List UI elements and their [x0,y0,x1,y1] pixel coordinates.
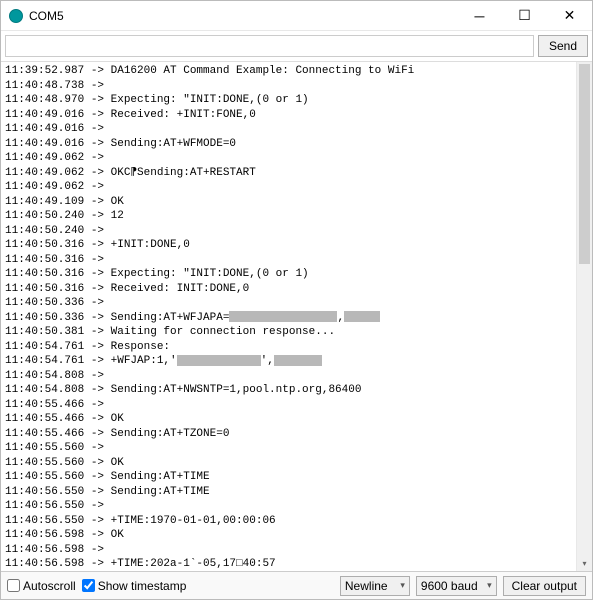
scroll-down-icon[interactable]: ▾ [577,555,592,571]
log-line: 11:40:48.738 -> [5,79,588,94]
autoscroll-input[interactable] [7,579,20,592]
window-title: COM5 [29,9,457,23]
log-line: 11:40:56.550 -> Sending:AT+TIME [5,485,588,500]
log-line: 11:40:50.316 -> [5,253,588,268]
log-line: 11:40:54.808 -> Sending:AT+NWSNTP=1,pool… [5,383,588,398]
log-line: 11:40:55.466 -> OK [5,412,588,427]
autoscroll-label: Autoscroll [23,579,76,593]
log-line: 11:40:55.560 -> [5,441,588,456]
titlebar[interactable]: COM5 ─ ☐ ✕ [1,1,592,31]
log-line: 11:40:49.062 -> [5,151,588,166]
log-line: 11:40:50.316 -> Received: INIT:DONE,0 [5,282,588,297]
app-icon [9,9,23,23]
log-line: 11:40:50.336 -> Sending:AT+WFJAPA= , [5,311,588,326]
send-button[interactable]: Send [538,35,588,57]
log-line: 11:40:56.598 -> OK [5,528,588,543]
log-line: 11:40:56.550 -> +TIME:1970-01-01,00:00:0… [5,514,588,529]
log-line: 11:39:52.987 -> DA16200 AT Command Examp… [5,64,588,79]
log-line: 11:40:55.560 -> Sending:AT+TIME [5,470,588,485]
log-line: 11:40:56.550 -> [5,499,588,514]
log-line: 11:40:49.016 -> [5,122,588,137]
serial-monitor-window: COM5 ─ ☐ ✕ Send 11:39:52.987 -> DA16200 … [0,0,593,600]
log-line: 11:40:50.381 -> Waiting for connection r… [5,325,588,340]
maximize-button[interactable]: ☐ [502,1,547,30]
log-line: 11:40:50.316 -> +INIT:DONE,0 [5,238,588,253]
scroll-thumb[interactable] [579,64,590,264]
log-line: 11:40:55.560 -> OK [5,456,588,471]
log-line: 11:40:48.970 -> Expecting: "INIT:DONE,(0… [5,93,588,108]
line-ending-select[interactable]: Newline [340,576,410,596]
log-line: 11:40:50.316 -> Expecting: "INIT:DONE,(0… [5,267,588,282]
footer: Autoscroll Show timestamp Newline 9600 b… [1,571,592,599]
log-line: 11:40:54.808 -> [5,369,588,384]
autoscroll-checkbox[interactable]: Autoscroll [7,579,76,593]
log-line: 11:40:50.336 -> [5,296,588,311]
log-line: 11:40:54.761 -> +WFJAP:1,' ', [5,354,588,369]
close-button[interactable]: ✕ [547,1,592,30]
log-line: 11:40:56.598 -> +TIME:202a-1`-05,17□40:5… [5,557,588,571]
baud-select[interactable]: 9600 baud [416,576,497,596]
log-line: 11:40:49.062 -> OKC⁋Sending:AT+RESTART [5,166,588,181]
log-line: 11:40:49.016 -> Received: +INIT:FONE,0 [5,108,588,123]
timestamp-label: Show timestamp [98,579,187,593]
terminal-wrap: 11:39:52.987 -> DA16200 AT Command Examp… [1,62,592,571]
log-line: 11:40:49.062 -> [5,180,588,195]
log-line: 11:40:56.598 -> [5,543,588,558]
input-row: Send [1,31,592,62]
timestamp-checkbox[interactable]: Show timestamp [82,579,187,593]
log-line: 11:40:50.240 -> [5,224,588,239]
log-line: 11:40:55.466 -> [5,398,588,413]
log-line: 11:40:49.016 -> Sending:AT+WFMODE=0 [5,137,588,152]
log-line: 11:40:50.240 -> 12 [5,209,588,224]
command-input[interactable] [5,35,534,57]
timestamp-input[interactable] [82,579,95,592]
log-line: 11:40:49.109 -> OK [5,195,588,210]
log-line: 11:40:55.466 -> Sending:AT+TZONE=0 [5,427,588,442]
scrollbar[interactable]: ▴ ▾ [576,62,592,571]
terminal-output[interactable]: 11:39:52.987 -> DA16200 AT Command Examp… [1,62,592,571]
clear-output-button[interactable]: Clear output [503,576,586,596]
minimize-button[interactable]: ─ [457,1,502,30]
log-line: 11:40:54.761 -> Response: [5,340,588,355]
